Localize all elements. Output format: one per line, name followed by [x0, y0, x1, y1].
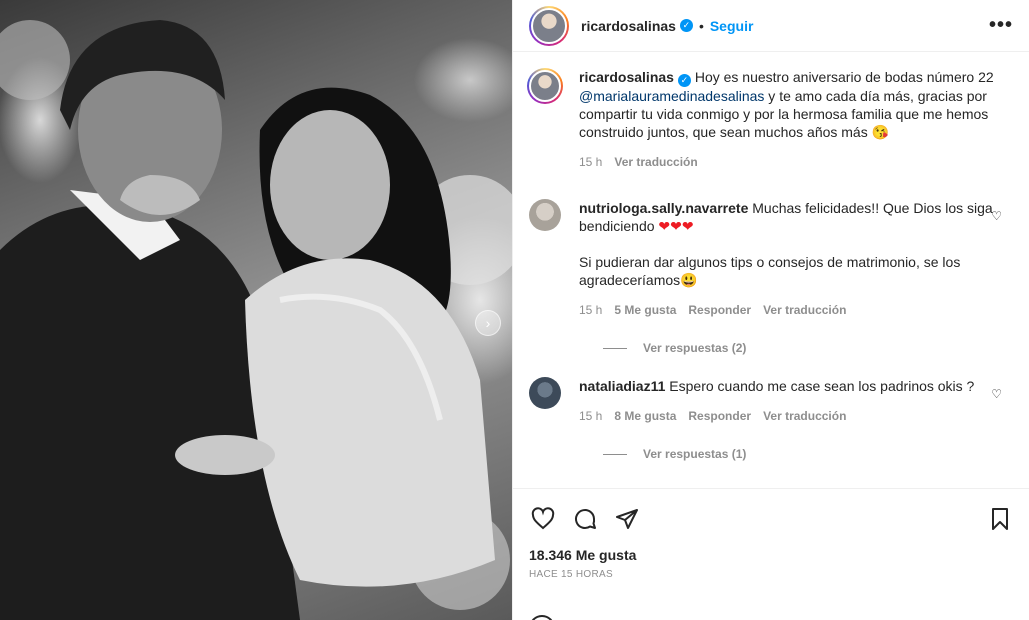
- translate-button[interactable]: Ver traducción: [763, 407, 846, 425]
- comment-like-heart-icon[interactable]: ♡: [991, 209, 1002, 223]
- share-icon[interactable]: [613, 505, 641, 533]
- comment-username[interactable]: nataliadiaz11: [579, 378, 665, 394]
- action-icons: [529, 495, 1014, 543]
- post-actions: 18.346 Me gusta HACE 15 HORAS: [513, 488, 1029, 620]
- likes-count[interactable]: 18.346 Me gusta: [529, 547, 1014, 563]
- view-replies-label[interactable]: Ver respuestas (1): [643, 447, 746, 461]
- caption-meta: 15 h Ver traducción: [579, 153, 994, 171]
- caption: ricardosalinas ✓ Hoy es nuestro aniversar…: [527, 68, 1014, 171]
- smile-emoji-icon: 😃: [680, 272, 698, 288]
- comment-like-heart-icon[interactable]: ♡: [991, 387, 1002, 401]
- caption-mention[interactable]: @marialauramedinadesalinas: [579, 88, 764, 104]
- post-timestamp[interactable]: HACE 15 HORAS: [529, 569, 1014, 580]
- verified-badge-icon: ✓: [679, 19, 693, 32]
- comment-item: nataliadiaz11 Espero cuando me case sean…: [529, 377, 1014, 425]
- comments-list[interactable]: ricardosalinas ✓ Hoy es nuestro aniversar…: [513, 52, 1029, 487]
- heart-icon[interactable]: [529, 505, 557, 533]
- comment-meta: 15 h 5 Me gusta Responder Ver traducción: [579, 301, 994, 319]
- verified-badge-icon: ✓: [677, 74, 691, 87]
- view-replies-button[interactable]: Ver respuestas (2): [603, 341, 1014, 355]
- reply-button[interactable]: Responder: [688, 301, 751, 319]
- translate-button[interactable]: Ver traducción: [614, 153, 697, 171]
- translate-button[interactable]: Ver traducción: [763, 301, 846, 319]
- post-photo[interactable]: ›: [0, 0, 512, 620]
- view-replies-label[interactable]: Ver respuestas (2): [643, 341, 746, 355]
- post-sidebar: ricardosalinas ✓ • Seguir ••• ricardosal…: [512, 0, 1029, 620]
- view-replies-button[interactable]: Ver respuestas (1): [603, 447, 1014, 461]
- caption-username[interactable]: ricardosalinas: [579, 69, 674, 85]
- comment-time[interactable]: 15 h: [579, 407, 602, 425]
- follow-button[interactable]: Seguir: [710, 18, 754, 34]
- comment-meta: 15 h 8 Me gusta Responder Ver traducción: [579, 407, 994, 425]
- caption-time[interactable]: 15 h: [579, 153, 602, 171]
- wink-emoji-icon: 😘: [871, 124, 890, 140]
- emoji-icon[interactable]: [529, 615, 555, 620]
- comment-time[interactable]: 15 h: [579, 301, 602, 319]
- more-options-icon[interactable]: •••: [989, 14, 1013, 37]
- replies-line: [603, 347, 627, 349]
- comment-username[interactable]: nutriologa.sally.navarrete: [579, 200, 748, 216]
- post-header: ricardosalinas ✓ • Seguir •••: [513, 0, 1029, 52]
- next-photo-button[interactable]: ›: [475, 310, 501, 336]
- caption-text-1: Hoy es nuestro aniversario de bodas núme…: [690, 69, 994, 85]
- reply-button[interactable]: Responder: [688, 407, 751, 425]
- bookmark-icon[interactable]: [986, 505, 1014, 533]
- comment-text-2: Si pudieran dar algunos tips o consejos …: [579, 254, 961, 288]
- author-avatar[interactable]: [529, 5, 569, 46]
- author-username[interactable]: ricardosalinas: [581, 18, 676, 34]
- separator-dot: •: [698, 17, 704, 34]
- caption-avatar[interactable]: [527, 68, 563, 104]
- comment-likes[interactable]: 8 Me gusta: [614, 407, 676, 425]
- comment-item: nutriologa.sally.navarrete Muchas felici…: [529, 199, 1014, 319]
- comment-text: Espero cuando me case sean los padrinos …: [665, 378, 975, 394]
- comment-likes[interactable]: 5 Me gusta: [614, 301, 676, 319]
- comment-icon[interactable]: [571, 505, 599, 533]
- commenter-avatar[interactable]: [529, 377, 561, 409]
- replies-line: [603, 453, 627, 455]
- commenter-avatar[interactable]: [529, 199, 561, 231]
- hearts-emoji-icon: ❤❤❤: [658, 218, 694, 234]
- couple-photo-illustration: [0, 20, 512, 620]
